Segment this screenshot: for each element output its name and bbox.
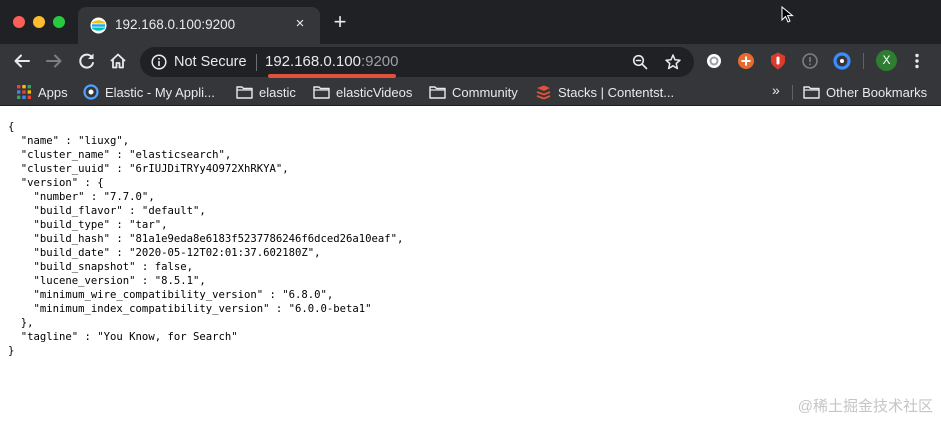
folder-icon xyxy=(313,86,330,99)
folder-icon xyxy=(803,86,820,99)
address-bar[interactable]: Not Secure 192.168.0.100:9200 xyxy=(140,47,694,78)
bookmark-label: Other Bookmarks xyxy=(826,84,928,100)
bookmark-folder-elasticvideos[interactable]: elasticVideos xyxy=(313,83,412,101)
info-icon[interactable] xyxy=(151,54,167,70)
extension-blue-ring-icon[interactable] xyxy=(832,51,852,71)
extension-circle-icon[interactable] xyxy=(704,51,724,71)
json-line: "name" : "liuxg", xyxy=(8,135,130,147)
json-line: "cluster_uuid" : "6rIUJDiTRYy4O972XhRKYA… xyxy=(8,163,289,175)
url-port: :9200 xyxy=(360,53,399,70)
elastic-globe-icon xyxy=(83,84,99,100)
json-line: "build_flavor" : "default", xyxy=(8,205,206,217)
browser-toolbar: Not Secure 192.168.0.100:9200 X xyxy=(0,44,941,78)
tab-strip: 192.168.0.100:9200 × + xyxy=(0,0,941,44)
bookmarks-separator xyxy=(792,85,793,100)
profile-avatar[interactable]: X xyxy=(876,50,897,71)
json-line: } xyxy=(8,345,15,357)
close-window-button[interactable] xyxy=(13,16,25,28)
json-line: "build_hash" : "81a1e9eda8e6183f52377862… xyxy=(8,233,404,245)
page-content: { "name" : "liuxg", "cluster_name" : "el… xyxy=(0,107,941,422)
contentstack-icon xyxy=(536,85,551,100)
folder-icon xyxy=(236,86,253,99)
bookmark-elastic-my-appli[interactable]: Elastic - My Appli... xyxy=(83,83,215,101)
bookmark-apps[interactable]: Apps xyxy=(16,83,68,101)
json-line: "number" : "7.7.0", xyxy=(8,191,155,203)
json-line: "version" : { xyxy=(8,177,104,189)
json-response: { "name" : "liuxg", "cluster_name" : "el… xyxy=(8,120,403,358)
json-line: }, xyxy=(8,317,34,329)
json-line: "tagline" : "You Know, for Search" xyxy=(8,331,238,343)
bookmarks-bar: Apps Elastic - My Appli... elastic elast… xyxy=(0,78,941,106)
url-text[interactable]: 192.168.0.100:9200 xyxy=(265,53,398,70)
toolbar-separator xyxy=(863,53,864,69)
json-line: "cluster_name" : "elasticsearch", xyxy=(8,149,232,161)
json-line: "build_snapshot" : false, xyxy=(8,261,193,273)
bookmark-folder-community[interactable]: Community xyxy=(429,83,518,101)
bookmark-label: elasticVideos xyxy=(336,84,413,100)
bookmark-folder-elastic[interactable]: elastic xyxy=(236,83,296,101)
kebab-menu-icon[interactable] xyxy=(913,52,921,70)
bookmark-star-icon[interactable] xyxy=(664,53,682,71)
apps-grid-icon xyxy=(17,85,31,99)
bookmark-label: Elastic - My Appli... xyxy=(105,84,215,100)
json-line: "build_date" : "2020-05-12T02:01:37.6021… xyxy=(8,247,321,259)
tab-title: 192.168.0.100:9200 xyxy=(115,17,236,32)
new-tab-button[interactable]: + xyxy=(330,11,350,33)
watermark: @稀土掘金技术社区 xyxy=(797,398,933,415)
home-icon[interactable] xyxy=(107,50,129,72)
reload-icon[interactable] xyxy=(76,50,98,72)
elasticsearch-favicon-icon xyxy=(90,17,107,34)
zoom-icon[interactable] xyxy=(632,54,648,70)
extension-red-hand-icon[interactable] xyxy=(768,51,788,71)
json-line: "minimum_wire_compatibility_version" : "… xyxy=(8,289,334,301)
bookmark-other-bookmarks[interactable]: Other Bookmarks xyxy=(803,83,927,101)
url-host: 192.168.0.100 xyxy=(265,53,361,70)
back-arrow-icon[interactable] xyxy=(11,50,33,72)
json-line: "minimum_index_compatibility_version" : … xyxy=(8,303,372,315)
bookmarks-overflow-button[interactable]: » xyxy=(772,82,780,98)
tab-active[interactable]: 192.168.0.100:9200 × xyxy=(78,7,320,44)
minimize-window-button[interactable] xyxy=(33,16,45,28)
bookmark-stacks-contentstack[interactable]: Stacks | Contentst... xyxy=(535,83,674,101)
json-line: "lucene_version" : "8.5.1", xyxy=(8,275,206,287)
bookmark-label: Apps xyxy=(38,84,68,100)
forward-arrow-icon[interactable] xyxy=(43,50,65,72)
json-line: "build_type" : "tar", xyxy=(8,219,168,231)
extension-info-icon[interactable] xyxy=(800,51,820,71)
security-status[interactable]: Not Secure xyxy=(174,54,247,70)
json-line: { xyxy=(8,121,15,133)
maximize-window-button[interactable] xyxy=(53,16,65,28)
tab-close-icon[interactable]: × xyxy=(291,15,309,33)
folder-icon xyxy=(429,86,446,99)
extension-orange-icon[interactable] xyxy=(736,51,756,71)
bookmark-label: Community xyxy=(452,84,518,100)
mouse-cursor-icon xyxy=(781,6,794,23)
bookmark-label: Stacks | Contentst... xyxy=(558,84,675,100)
bookmark-label: elastic xyxy=(259,84,296,100)
address-separator xyxy=(256,54,257,71)
